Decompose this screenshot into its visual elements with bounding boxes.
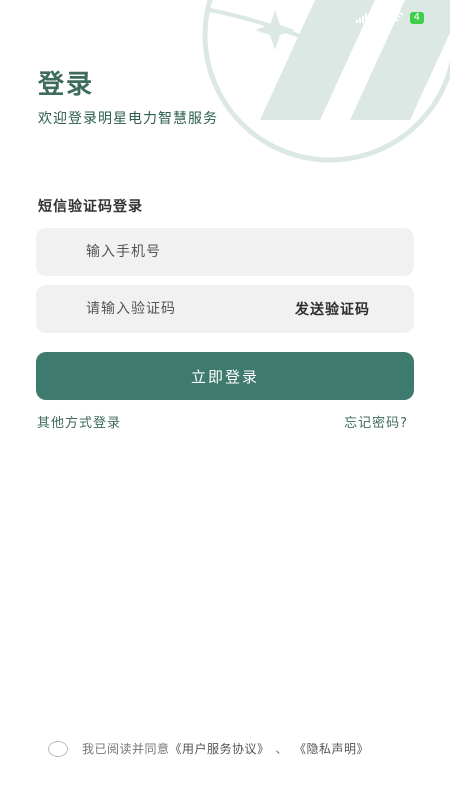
code-input[interactable] — [36, 285, 295, 333]
other-login-link[interactable]: 其他方式登录 — [37, 412, 121, 431]
user-agreement-link[interactable]: 《用户服务协议》 — [170, 740, 270, 757]
signal-icon-2 — [372, 13, 384, 23]
status-bar: 4 — [250, 0, 450, 36]
agreement-separator: 、 — [275, 742, 289, 756]
page-title: 登录 — [38, 70, 95, 100]
sms-login-label: 短信验证码登录 — [38, 199, 143, 215]
phone-field — [36, 228, 414, 276]
send-code-button[interactable]: 发送验证码 — [295, 299, 414, 319]
signal-icon — [355, 13, 367, 23]
login-screen: 4 登录 欢迎登录明星电力智慧服务 短信验证码登录 发送验证码 立即登录 其他方… — [0, 0, 450, 800]
code-field: 发送验证码 — [36, 285, 414, 333]
agreement-prefix: 我已阅读并同意 — [82, 742, 170, 756]
agreement-checkbox[interactable] — [48, 740, 68, 757]
privacy-link[interactable]: 《隐私声明》 — [294, 740, 369, 757]
battery-icon: 4 — [409, 12, 424, 24]
agreement-row: 我已阅读并同意 《用户服务协议》 、 《隐私声明》 — [48, 740, 369, 757]
login-button[interactable]: 立即登录 — [36, 352, 414, 400]
forgot-password-link[interactable]: 忘记密码? — [344, 412, 408, 431]
phone-input[interactable] — [36, 228, 414, 276]
wifi-icon — [390, 11, 404, 25]
page-subtitle: 欢迎登录明星电力智慧服务 — [38, 111, 218, 127]
